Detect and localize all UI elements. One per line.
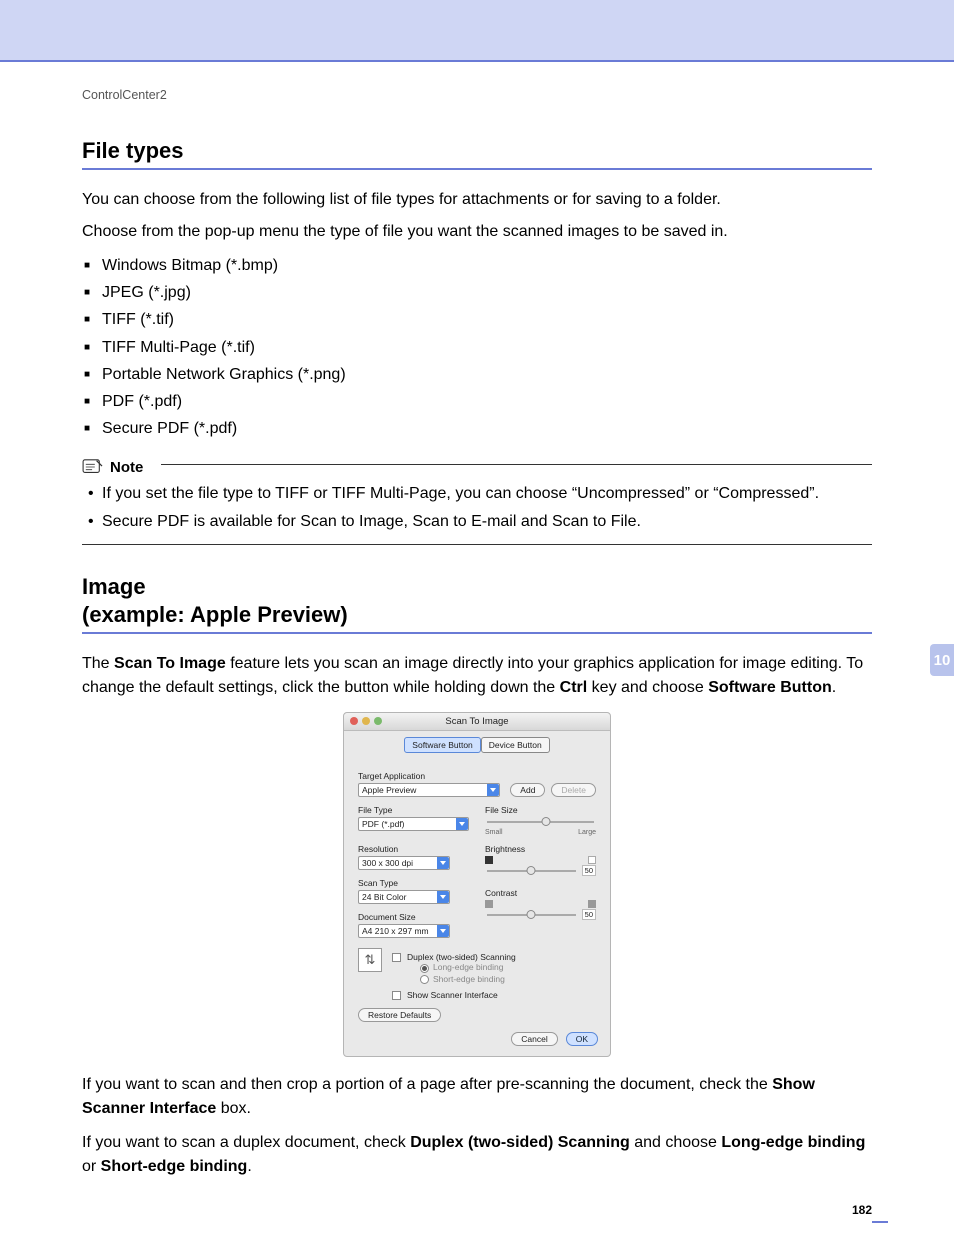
select-scan-type[interactable]: 24 Bit Color: [358, 890, 450, 904]
file-type-list: Windows Bitmap (*.bmp) JPEG (*.jpg) TIFF…: [84, 252, 872, 442]
restore-defaults-button[interactable]: Restore Defaults: [358, 1008, 441, 1022]
list-item: Secure PDF (*.pdf): [84, 415, 872, 442]
label-contrast: Contrast: [485, 888, 596, 898]
label-brightness: Brightness: [485, 844, 596, 854]
list-item: JPEG (*.jpg): [84, 279, 872, 306]
contrast-low-icon: [485, 900, 493, 908]
delete-button[interactable]: Delete: [551, 783, 596, 797]
tab-software-button[interactable]: Software Button: [404, 737, 480, 753]
note-item: If you set the file type to TIFF or TIFF…: [88, 480, 872, 508]
label-document-size: Document Size: [358, 912, 469, 922]
para-scan-to-image: The Scan To Image feature lets you scan …: [82, 652, 872, 700]
label-file-size: File Size: [485, 805, 596, 815]
chapter-tab: 10: [930, 644, 954, 676]
chevron-down-icon: [487, 784, 499, 796]
list-item: TIFF Multi-Page (*.tif): [84, 334, 872, 361]
list-item: PDF (*.pdf): [84, 388, 872, 415]
radio-long-edge[interactable]: [420, 964, 429, 973]
contrast-high-icon: [588, 900, 596, 908]
slider-contrast[interactable]: [485, 910, 578, 920]
heading-image-example: Image (example: Apple Preview): [82, 573, 872, 628]
top-band: [0, 0, 954, 62]
select-file-type[interactable]: PDF (*.pdf): [358, 817, 469, 831]
checkbox-show-scanner-interface[interactable]: [392, 991, 401, 1000]
window-controls[interactable]: [350, 717, 382, 725]
note-item: Secure PDF is available for Scan to Imag…: [88, 508, 872, 536]
radio-short-edge[interactable]: [420, 975, 429, 984]
tab-device-button[interactable]: Device Button: [481, 737, 550, 753]
heading-line2: (example: Apple Preview): [82, 601, 872, 629]
heading-rule: [82, 168, 872, 170]
heading-line1: Image: [82, 573, 872, 601]
note-list: If you set the file type to TIFF or TIFF…: [88, 480, 872, 536]
cancel-button[interactable]: Cancel: [511, 1032, 557, 1046]
chevron-down-icon: [437, 857, 449, 869]
breadcrumb: ControlCenter2: [82, 88, 872, 102]
select-target-application[interactable]: Apple Preview: [358, 783, 500, 797]
label-target-application: Target Application: [358, 771, 596, 781]
add-button[interactable]: Add: [510, 783, 545, 797]
label-file-type: File Type: [358, 805, 469, 815]
label-scan-type: Scan Type: [358, 878, 469, 888]
chevron-down-icon: [437, 925, 449, 937]
checkbox-duplex[interactable]: [392, 953, 401, 962]
note-end-rule: [82, 544, 872, 545]
slider-file-size[interactable]: [485, 817, 596, 827]
para-show-scanner-interface: If you want to scan and then crop a port…: [82, 1073, 872, 1121]
list-item: Windows Bitmap (*.bmp): [84, 252, 872, 279]
duplex-icon: ⇅: [358, 948, 382, 972]
note-header-row: Note: [82, 452, 872, 476]
para-duplex: If you want to scan a duplex document, c…: [82, 1131, 872, 1179]
page-number-accent: [872, 1221, 888, 1223]
zoom-icon[interactable]: [374, 717, 382, 725]
page-number: 182: [852, 1203, 872, 1217]
dialog-title: Scan To Image: [445, 716, 508, 727]
para-intro-2: Choose from the pop-up menu the type of …: [82, 220, 872, 244]
chevron-down-icon: [456, 818, 468, 830]
brightness-light-icon: [588, 856, 596, 864]
ok-button[interactable]: OK: [566, 1032, 598, 1046]
select-resolution[interactable]: 300 x 300 dpi: [358, 856, 450, 870]
select-document-size[interactable]: A4 210 x 297 mm: [358, 924, 450, 938]
dialog-titlebar: Scan To Image: [344, 713, 610, 731]
para-intro-1: You can choose from the following list o…: [82, 188, 872, 212]
minimize-icon[interactable]: [362, 717, 370, 725]
close-icon[interactable]: [350, 717, 358, 725]
note-icon: [82, 458, 104, 476]
chevron-down-icon: [437, 891, 449, 903]
label-resolution: Resolution: [358, 844, 469, 854]
slider-brightness[interactable]: [485, 866, 578, 876]
list-item: TIFF (*.tif): [84, 306, 872, 333]
brightness-value: 50: [582, 865, 596, 876]
scan-to-image-dialog: Scan To Image Software ButtonDevice Butt…: [343, 712, 611, 1057]
note-label: Note: [110, 459, 143, 476]
heading-file-types: File types: [82, 138, 872, 164]
brightness-dark-icon: [485, 856, 493, 864]
heading-rule-2: [82, 632, 872, 634]
contrast-value: 50: [582, 909, 596, 920]
list-item: Portable Network Graphics (*.png): [84, 361, 872, 388]
